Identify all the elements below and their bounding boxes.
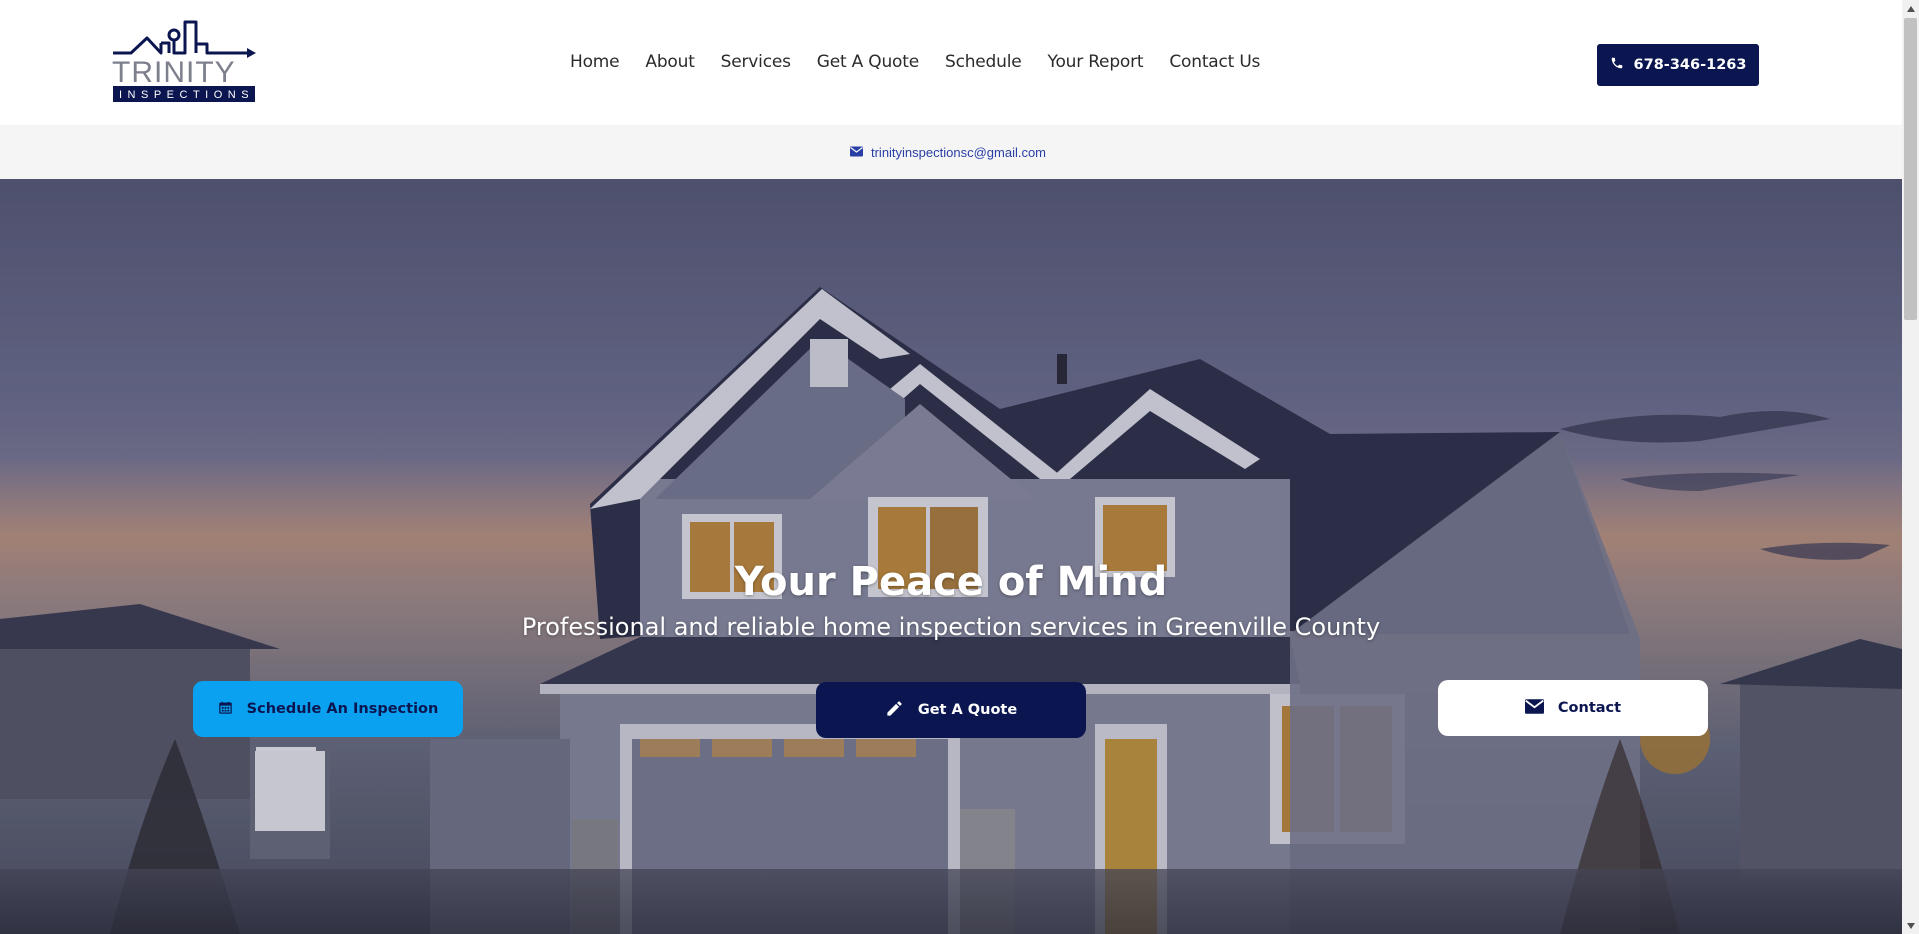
phone-number: 678-346-1263 — [1633, 57, 1747, 73]
nav-schedule[interactable]: Schedule — [945, 52, 1022, 72]
pencil-icon — [885, 699, 904, 722]
phone-button[interactable]: 678-346-1263 — [1597, 44, 1759, 86]
scroll-thumb[interactable] — [1904, 18, 1917, 320]
trinity-logo[interactable]: TRINITY INSPECTIONS — [111, 16, 257, 106]
schedule-inspection-label: Schedule An Inspection — [246, 701, 439, 717]
main-nav: Home About Services Get A Quote Schedule… — [570, 52, 1286, 72]
logo-word-inspections: INSPECTIONS — [119, 89, 254, 101]
envelope-icon — [849, 145, 863, 160]
envelope-icon — [1524, 698, 1544, 718]
hero-title: Your Peace of Mind — [734, 559, 1168, 605]
nav-services[interactable]: Services — [721, 52, 791, 72]
hero-subtitle: Professional and reliable home inspectio… — [521, 613, 1381, 641]
nav-home[interactable]: Home — [570, 52, 620, 72]
page-scrollbar[interactable] — [1902, 0, 1919, 934]
schedule-inspection-button[interactable]: Schedule An Inspection — [193, 681, 463, 737]
get-a-quote-label: Get A Quote — [917, 702, 1018, 718]
logo-word-trinity: TRINITY — [112, 56, 236, 89]
nav-contact-us[interactable]: Contact Us — [1169, 52, 1260, 72]
phone-icon — [1610, 56, 1624, 74]
scroll-up-arrow-icon[interactable] — [1902, 0, 1919, 17]
hero-overlay — [0, 179, 1902, 934]
contact-label: Contact — [1557, 700, 1622, 716]
email-bar: trinityinspectionsc@gmail.com — [0, 125, 1902, 179]
email-address: trinityinspectionsc@gmail.com — [870, 144, 1047, 160]
contact-button[interactable]: Contact — [1438, 680, 1708, 736]
nav-about[interactable]: About — [645, 52, 694, 72]
site-header: TRINITY INSPECTIONS Home About Services … — [0, 0, 1902, 125]
email-link[interactable]: trinityinspectionsc@gmail.com — [849, 144, 1047, 160]
nav-get-a-quote[interactable]: Get A Quote — [817, 52, 919, 72]
hero-section: Your Peace of Mind Professional and reli… — [0, 179, 1902, 934]
calendar-icon — [218, 700, 233, 719]
nav-your-report[interactable]: Your Report — [1048, 52, 1144, 72]
get-a-quote-button[interactable]: Get A Quote — [816, 682, 1086, 738]
scroll-down-arrow-icon[interactable] — [1902, 917, 1919, 934]
